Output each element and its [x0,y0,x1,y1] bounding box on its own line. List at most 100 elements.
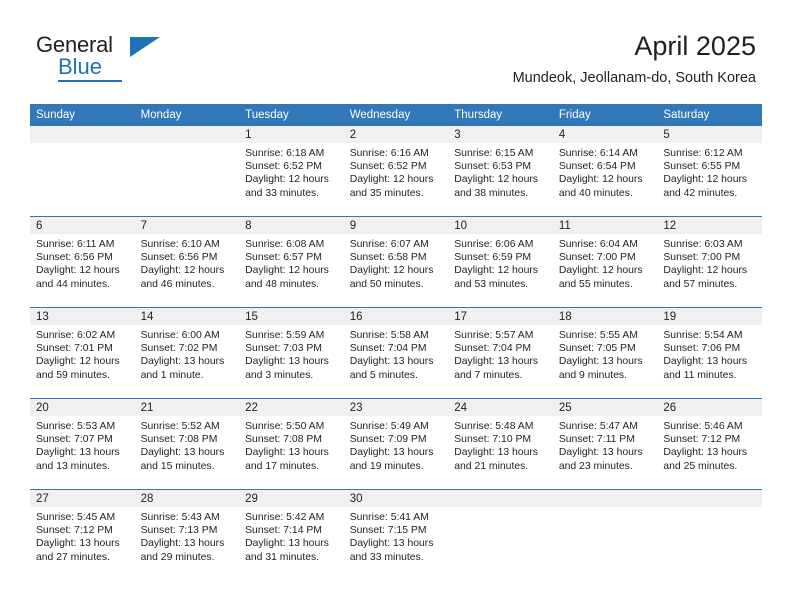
sunset-time: Sunset: 7:11 PM [558,434,635,446]
calendar-day-cell[interactable]: 3 Sunrise: 6:15 AM Sunset: 6:53 PM Daylight… [448,126,553,217]
daylight-duration-line1: Daylight: 13 hours [454,356,538,368]
daylight-duration-line1: Daylight: 12 hours [36,356,120,368]
daylight-duration-line2: and 9 minutes. [558,369,627,381]
day-number: 15 [239,308,344,325]
sunset-time: Sunset: 7:08 PM [140,434,218,446]
daylight-duration-line2: and 33 minutes. [245,187,320,199]
day-number: 11 [552,217,658,234]
day-number [552,490,658,507]
calendar-day-cell[interactable]: 29 Sunrise: 5:42 AM Sunset: 7:14 PM Dayligh… [239,489,344,580]
calendar-day-cell[interactable]: 15 Sunrise: 5:59 AM Sunset: 7:03 PM Dayligh… [239,307,344,399]
daylight-duration-line2: and 27 minutes. [36,551,110,563]
sunset-time: Sunset: 6:54 PM [558,161,636,173]
calendar-day-cell[interactable]: 23 Sunrise: 5:49 AM Sunset: 7:09 PM Dayligh… [343,398,449,490]
calendar-day-cell[interactable]: 9 Sunrise: 6:07 AM Sunset: 6:58 PM Daylight… [343,216,449,308]
calendar-day-cell[interactable]: 7 Sunrise: 6:10 AM Sunset: 6:56 PM Daylight… [134,216,240,308]
calendar-day-cell[interactable]: 14 Sunrise: 6:00 AM Sunset: 7:02 PM Dayligh… [134,307,240,399]
calendar-day-cell[interactable]: 6 Sunrise: 6:11 AM Sunset: 6:56 PM Daylight… [30,216,135,308]
calendar-day-cell[interactable]: 5 Sunrise: 6:12 AM Sunset: 6:55 PM Daylight… [657,126,762,217]
day-number: 22 [239,399,344,416]
day-number [134,126,240,143]
sunrise-time: Sunrise: 5:53 AM [36,421,116,432]
day-cell-inner: 10 Sunrise: 6:06 AM Sunset: 6:59 PM Dayligh… [448,217,553,307]
daylight-duration-line2: and 25 minutes. [663,460,738,472]
daylight-duration-line1: Daylight: 12 hours [663,265,748,277]
day-cell-inner: 23 Sunrise: 5:49 AM Sunset: 7:09 PM Dayligh… [343,399,449,489]
day-cell-inner: 4 Sunrise: 6:14 AM Sunset: 6:54 PM Daylight… [552,126,658,216]
day-number: 27 [30,490,135,507]
calendar-day-cell[interactable]: 19 Sunrise: 5:54 AM Sunset: 7:06 PM Dayligh… [657,307,762,399]
sunset-time: Sunset: 7:09 PM [349,434,427,446]
calendar-day-cell[interactable]: 16 Sunrise: 5:58 AM Sunset: 7:04 PM Dayligh… [343,307,449,399]
calendar-day-cell[interactable]: 8 Sunrise: 6:08 AM Sunset: 6:57 PM Daylight… [239,216,344,308]
day-details: Sunrise: 5:53 AM Sunset: 7:07 PM Daylight:… [30,416,135,473]
daylight-duration-line2: and 42 minutes. [663,187,738,199]
daylight-duration-line1: Daylight: 12 hours [349,174,434,186]
calendar-day-cell[interactable]: 20 Sunrise: 5:53 AM Sunset: 7:07 PM Dayligh… [30,398,135,490]
calendar-day-cell[interactable]: 25 Sunrise: 5:47 AM Sunset: 7:11 PM Dayligh… [552,398,658,490]
calendar-day-cell[interactable]: 27 Sunrise: 5:45 AM Sunset: 7:12 PM Dayligh… [30,489,135,580]
calendar-day-cell[interactable]: 18 Sunrise: 5:55 AM Sunset: 7:05 PM Dayligh… [552,307,658,399]
day-cell-inner: 16 Sunrise: 5:58 AM Sunset: 7:04 PM Dayligh… [343,308,449,398]
general-blue-logo[interactable]: General Blue [36,32,236,84]
day-cell-inner: 28 Sunrise: 5:43 AM Sunset: 7:13 PM Dayligh… [134,490,240,580]
daylight-duration-line2: and 57 minutes. [663,278,738,290]
sunset-time: Sunset: 6:55 PM [663,161,741,173]
calendar-day-cell-empty [448,489,553,580]
day-details: Sunrise: 5:54 AM Sunset: 7:06 PM Daylight:… [657,325,762,382]
daylight-duration-line1: Daylight: 12 hours [558,265,643,277]
sunset-time: Sunset: 6:53 PM [454,161,532,173]
daylight-duration-line1: Daylight: 13 hours [349,356,434,368]
day-details: Sunrise: 5:41 AM Sunset: 7:15 PM Daylight:… [344,507,449,564]
day-cell-inner: 7 Sunrise: 6:10 AM Sunset: 6:56 PM Daylight… [134,217,240,307]
daylight-duration-line2: and 17 minutes. [245,460,320,472]
calendar-day-cell-empty [30,126,135,217]
calendar-day-cell[interactable]: 24 Sunrise: 5:48 AM Sunset: 7:10 PM Dayligh… [448,398,553,490]
calendar-day-cell[interactable]: 2 Sunrise: 6:16 AM Sunset: 6:52 PM Daylight… [343,126,449,217]
sunrise-time: Sunrise: 6:15 AM [454,148,534,159]
daylight-duration-line1: Daylight: 13 hours [36,447,120,459]
calendar-day-cell-empty [134,126,240,217]
day-number: 25 [552,399,658,416]
day-details: Sunrise: 6:15 AM Sunset: 6:53 PM Daylight:… [448,143,553,200]
day-number: 5 [657,126,762,143]
day-details: Sunrise: 5:57 AM Sunset: 7:04 PM Daylight:… [448,325,553,382]
day-details: Sunrise: 6:16 AM Sunset: 6:52 PM Daylight:… [344,143,449,200]
day-cell-inner: 12 Sunrise: 6:03 AM Sunset: 7:00 PM Dayligh… [657,217,762,307]
day-details: Sunrise: 5:50 AM Sunset: 7:08 PM Daylight:… [239,416,344,473]
calendar-day-cell[interactable]: 4 Sunrise: 6:14 AM Sunset: 6:54 PM Daylight… [552,126,658,217]
daylight-duration-line2: and 44 minutes. [36,278,110,290]
calendar-day-cell[interactable]: 30 Sunrise: 5:41 AM Sunset: 7:15 PM Dayligh… [343,489,449,580]
sunset-time: Sunset: 7:04 PM [454,343,532,355]
sunrise-time: Sunrise: 6:10 AM [140,239,220,250]
daylight-duration-line2: and 21 minutes. [454,460,529,472]
calendar-day-cell[interactable]: 26 Sunrise: 5:46 AM Sunset: 7:12 PM Dayligh… [657,398,762,490]
sunset-time: Sunset: 7:06 PM [663,343,741,355]
calendar-day-cell[interactable]: 13 Sunrise: 6:02 AM Sunset: 7:01 PM Dayligh… [30,307,135,399]
calendar-day-cell[interactable]: 22 Sunrise: 5:50 AM Sunset: 7:08 PM Dayligh… [239,398,344,490]
day-number: 30 [343,490,449,507]
sunrise-time: Sunrise: 5:46 AM [663,421,743,432]
calendar-day-cell[interactable]: 17 Sunrise: 5:57 AM Sunset: 7:04 PM Dayligh… [448,307,553,399]
calendar-day-cell[interactable]: 28 Sunrise: 5:43 AM Sunset: 7:13 PM Dayligh… [134,489,240,580]
weekday-header-wednesday: Wednesday [343,104,449,126]
day-details: Sunrise: 6:11 AM Sunset: 6:56 PM Daylight:… [30,234,135,291]
calendar-day-cell[interactable]: 11 Sunrise: 6:04 AM Sunset: 7:00 PM Dayligh… [552,216,658,308]
calendar-day-cell[interactable]: 12 Sunrise: 6:03 AM Sunset: 7:00 PM Dayligh… [657,216,762,308]
day-number: 19 [657,308,762,325]
sunrise-time: Sunrise: 6:02 AM [36,330,116,341]
calendar-day-cell[interactable]: 21 Sunrise: 5:52 AM Sunset: 7:08 PM Dayligh… [134,398,240,490]
calendar-day-cell[interactable]: 1 Sunrise: 6:18 AM Sunset: 6:52 PM Daylight… [239,126,344,217]
daylight-duration-line1: Daylight: 13 hours [140,356,225,368]
day-cell-inner [448,490,553,580]
sunset-time: Sunset: 7:14 PM [245,525,322,537]
sunset-time: Sunset: 7:13 PM [140,525,218,537]
daylight-duration-line1: Daylight: 13 hours [245,356,329,368]
day-number: 23 [343,399,449,416]
day-number: 28 [134,490,240,507]
day-details: Sunrise: 5:46 AM Sunset: 7:12 PM Daylight:… [657,416,762,473]
sunrise-time: Sunrise: 5:58 AM [349,330,429,341]
weekday-header-friday: Friday [552,104,658,126]
daylight-duration-line2: and 15 minutes. [140,460,215,472]
calendar-day-cell[interactable]: 10 Sunrise: 6:06 AM Sunset: 6:59 PM Dayligh… [448,216,553,308]
